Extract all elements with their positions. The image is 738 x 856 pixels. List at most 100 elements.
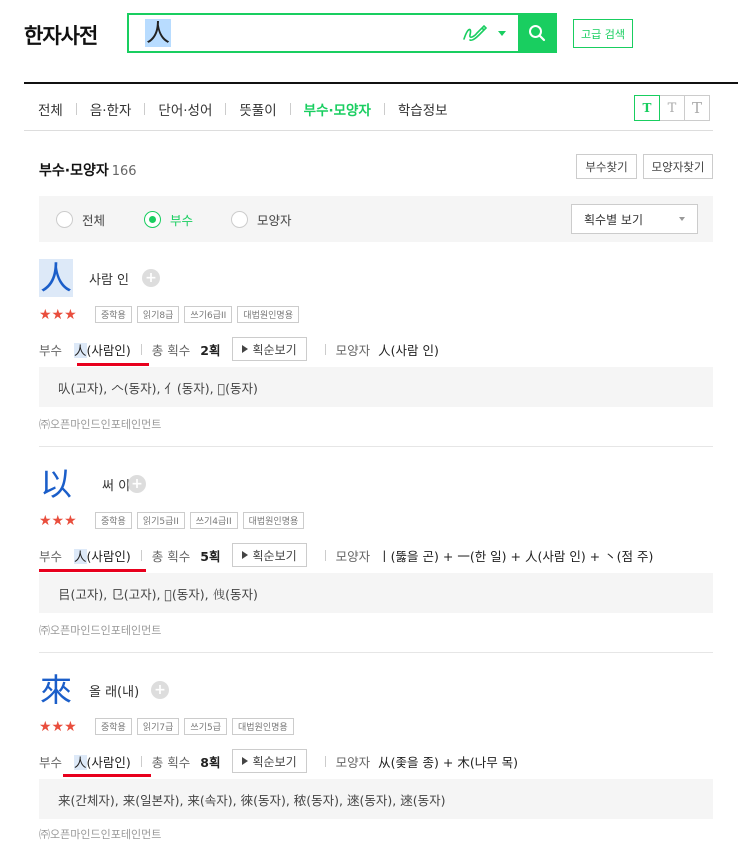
brand-title[interactable]: 한자사전 [24, 20, 98, 50]
importance-stars: ★★★ [39, 719, 77, 735]
badge: 대법원인명용 [232, 718, 294, 735]
entry-divider [39, 446, 713, 447]
shape-find-button[interactable]: 모양자찾기 [643, 154, 713, 179]
font-size-small-button[interactable]: T [634, 95, 660, 121]
info-row: 부수 人(사람인) 총 획수 5획 획순보기 모양자 丨(뚫을 곤) + 一(한… [39, 543, 653, 567]
source-credit: ㈜오픈마인드인포테인먼트 [39, 624, 162, 637]
hanja-meaning: 올 래(내) [89, 685, 140, 700]
search-input[interactable]: 人 [145, 19, 171, 47]
importance-stars: ★★★ [39, 513, 77, 529]
radical-name: (사람인) [86, 754, 131, 770]
radical-name: (사람인) [86, 548, 131, 564]
section-title: 부수·모양자 166 [39, 160, 137, 180]
source-credit: ㈜오픈마인드인포테인먼트 [39, 418, 162, 431]
hanja-char[interactable]: 來 [39, 671, 73, 709]
stroke-order-label: 획순보기 [252, 548, 297, 563]
pen-icon[interactable] [462, 23, 488, 43]
tab-radical-shape[interactable]: 부수·모양자 [304, 99, 371, 119]
badge: 읽기8급 [136, 306, 180, 323]
entry-divider [39, 652, 713, 653]
related-chars[interactable]: 来(간체자), 来(일본자), 来(속자), 徠(동자), 秾(동자), 逨(동… [39, 779, 713, 819]
total-strokes-label: 총 획수 [151, 342, 191, 358]
search-button[interactable] [518, 14, 556, 52]
radical-value[interactable]: 人(사람인) [74, 340, 131, 359]
radical-label: 부수 [39, 754, 63, 770]
radical-name: (사람인) [86, 342, 131, 358]
tab-all[interactable]: 전체 [38, 99, 63, 119]
stroke-order-button[interactable]: 획순보기 [232, 543, 307, 567]
shape-value[interactable]: 从(좇을 종) + 木(나무 목) [378, 752, 518, 771]
divider [140, 343, 142, 355]
importance-stars: ★★★ [39, 307, 77, 323]
badge-list: 중학용 읽기8급 쓰기6급II 대법원인명용 [95, 306, 304, 323]
tab-word-idiom[interactable]: 단어·성어 [158, 99, 212, 119]
shape-label: 모양자 [335, 342, 371, 358]
shape-value[interactable]: 人(사람 인) [378, 340, 439, 359]
badge: 쓰기4급II [189, 512, 238, 529]
radical-label: 부수 [39, 342, 63, 358]
source-credit: ㈜오픈마인드인포테인먼트 [39, 828, 162, 841]
badge-list: 중학용 읽기5급II 쓰기4급II 대법원인명용 [95, 512, 309, 529]
shape-label: 모양자 [335, 548, 371, 564]
radical-char: 人 [74, 342, 87, 358]
stroke-sort-select[interactable]: 획수별 보기 [571, 204, 698, 234]
radical-char: 人 [74, 754, 87, 770]
add-wordbook-icon[interactable]: + [151, 681, 169, 699]
related-chars[interactable]: 㠯(고자), 㔾(고자), 𢋠(동자), 𠈐(동자) [39, 573, 713, 613]
divider [324, 755, 326, 767]
radio-circle[interactable] [231, 211, 248, 228]
radio-circle[interactable] [56, 211, 73, 228]
hanja-meaning: 사람 인 [89, 273, 130, 288]
stroke-order-button[interactable]: 획순보기 [232, 337, 307, 361]
hanja-entry: 人 사람 인 + ★★★ 중학용 읽기8급 쓰기6급II 대법원인명용 부수 人… [39, 259, 713, 439]
font-size-large-button[interactable]: T [684, 95, 710, 121]
radical-label: 부수 [39, 548, 63, 564]
stroke-order-button[interactable]: 획순보기 [232, 749, 307, 773]
info-row: 부수 人(사람인) 총 획수 2획 획순보기 모양자 人(사람 인) [39, 337, 439, 361]
select-value: 획수별 보기 [584, 212, 644, 227]
tab-divider [383, 103, 385, 115]
red-underline-annotation [63, 774, 151, 777]
badge: 중학용 [95, 306, 132, 323]
shape-value[interactable]: 丨(뚫을 곤) + 一(한 일) + 人(사람 인) + 丶(점 주) [378, 546, 653, 565]
radical-char: 人 [74, 548, 87, 564]
tab-divider [75, 103, 77, 115]
red-underline-annotation [39, 569, 146, 572]
divider [140, 755, 142, 767]
related-chars[interactable]: 㕥(고자), 𠆢(동자), 亻(동자), 𡉞(동자) [39, 367, 713, 407]
badge: 읽기5급II [136, 512, 185, 529]
chevron-down-icon[interactable] [498, 30, 506, 36]
search-box: 人 [127, 13, 557, 53]
badge: 대법원인명용 [237, 306, 299, 323]
radio-circle[interactable] [144, 211, 161, 228]
add-wordbook-icon[interactable]: + [142, 269, 160, 287]
radical-value[interactable]: 人(사람인) [74, 752, 131, 771]
filter-radio-radical[interactable]: 부수 [144, 210, 193, 229]
badge: 중학용 [95, 718, 132, 735]
badge: 읽기7급 [136, 718, 180, 735]
hanja-char[interactable]: 以 [39, 465, 73, 503]
hanja-entry: 以 써 이 + ★★★ 중학용 읽기5급II 쓰기4급II 대법원인명용 부수 … [39, 465, 713, 645]
filter-bar: 전체 부수 모양자 획수별 보기 [39, 196, 713, 242]
tab-meaning[interactable]: 뜻풀이 [239, 99, 276, 119]
badge: 쓰기6급II [184, 306, 233, 323]
filter-radio-all[interactable]: 전체 [56, 210, 105, 229]
tab-sound-hanja[interactable]: 음·한자 [90, 99, 132, 119]
total-strokes-label: 총 획수 [151, 548, 191, 564]
total-strokes-label: 총 획수 [151, 754, 191, 770]
tab-divider [289, 103, 291, 115]
search-icon [529, 25, 546, 42]
radical-value[interactable]: 人(사람인) [74, 546, 131, 565]
font-size-medium-button[interactable]: T [659, 95, 685, 121]
filter-radio-shape[interactable]: 모양자 [231, 210, 292, 229]
red-underline-annotation [77, 363, 149, 366]
search-input-wrap[interactable]: 人 [129, 15, 462, 51]
caret-down-icon [679, 217, 685, 221]
hanja-meaning: 써 이 [102, 479, 131, 494]
radical-find-button[interactable]: 부수찾기 [576, 154, 637, 179]
add-wordbook-icon[interactable]: + [128, 475, 146, 493]
advanced-search-button[interactable]: 고급 검색 [573, 19, 633, 48]
hanja-char[interactable]: 人 [39, 259, 73, 297]
tab-learning-info[interactable]: 학습정보 [398, 99, 448, 119]
total-strokes-value: 8획 [200, 754, 221, 770]
